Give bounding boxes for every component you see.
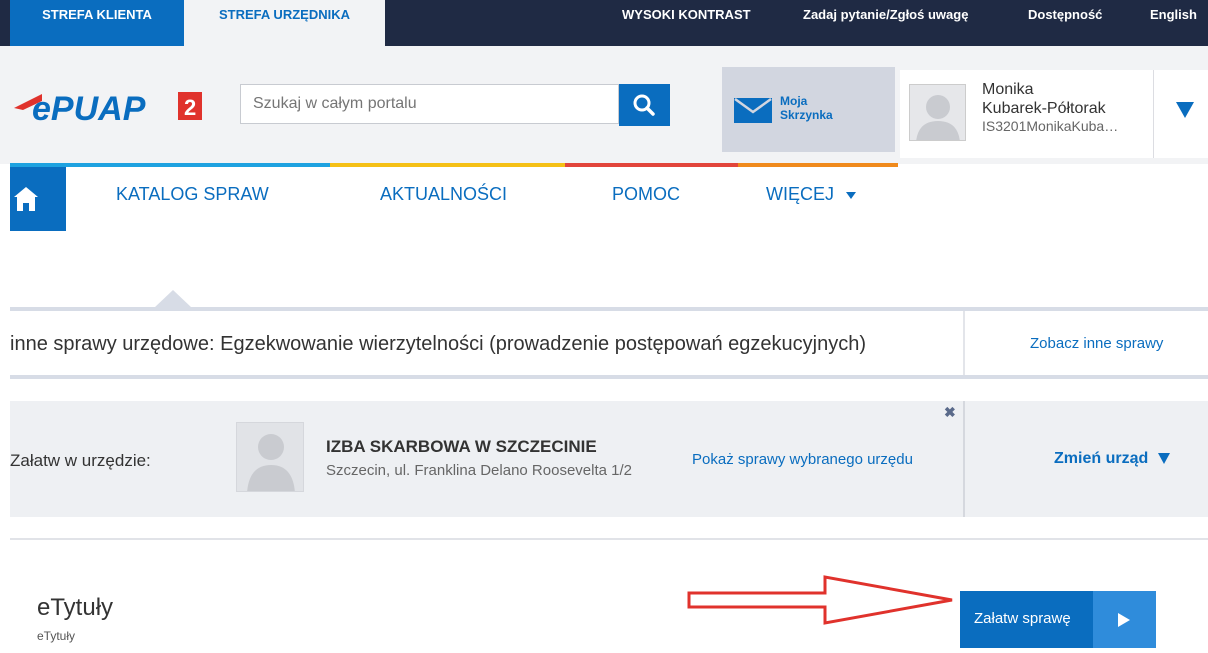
nav-more[interactable]: WIĘCEJ: [766, 184, 857, 205]
see-other-cases-link[interactable]: Zobacz inne sprawy: [1030, 335, 1163, 352]
ask-question-link[interactable]: Zadaj pytanie/Zgłoś uwagę: [803, 0, 968, 46]
logo-badge: 2: [184, 95, 196, 120]
office-name: IZBA SKARBOWA W SZCZECINIE: [326, 437, 597, 456]
user-avatar-icon: [909, 84, 966, 141]
divider: [10, 307, 1208, 311]
divider: [10, 538, 1208, 540]
user-menu[interactable]: Monika Kubarek-Półtorak IS3201MonikaKuba…: [900, 70, 1208, 158]
epuap-logo-graphic: ePUAP 2: [14, 90, 202, 128]
mailbox-label: Moja Skrzynka: [780, 94, 833, 122]
settle-case-label: Załatw sprawę: [974, 610, 1071, 627]
nav-help[interactable]: POMOC: [612, 184, 680, 205]
divider: [963, 401, 965, 517]
search-bar: [240, 84, 670, 126]
chevron-down-icon: [846, 191, 857, 199]
stripe-orange: [738, 163, 898, 167]
nav-case-catalog[interactable]: KATALOG SPRAW: [116, 184, 269, 205]
stripe-red: [565, 163, 738, 167]
accessibility-link[interactable]: Dostępność: [1028, 0, 1102, 46]
search-input[interactable]: [240, 84, 619, 124]
change-office-label: Zmień urząd: [1054, 450, 1149, 467]
search-button[interactable]: [619, 84, 670, 126]
user-name: Monika Kubarek-Półtorak: [982, 80, 1106, 118]
home-button[interactable]: [10, 167, 66, 231]
stripe-yellow: [330, 163, 565, 167]
user-name-line1: Monika: [982, 81, 1034, 98]
settle-in-office-label: Załatw w urzędzie:: [10, 451, 151, 470]
dropdown-caret-icon[interactable]: [1176, 102, 1194, 118]
tab-client-zone[interactable]: STREFA KLIENTA: [10, 0, 184, 46]
red-arrow-annotation: [687, 575, 953, 625]
section-pointer: [154, 290, 192, 308]
office-address: Szczecin, ul. Franklina Delano Roosevelt…: [326, 462, 632, 479]
mailbox-button[interactable]: Moja Skrzynka: [722, 67, 895, 152]
nav-more-label: WIĘCEJ: [766, 184, 835, 204]
epuap-logo[interactable]: ePUAP 2: [12, 84, 212, 128]
office-panel: [10, 401, 1208, 517]
mailbox-label-line1: Moja: [780, 94, 808, 108]
logo-text: ePUAP: [32, 90, 146, 126]
tab-official-zone[interactable]: STREFA URZĘDNIKA: [184, 0, 385, 50]
mailbox-label-line2: Skrzynka: [780, 108, 833, 122]
high-contrast-link[interactable]: WYSOKI KONTRAST: [622, 0, 751, 46]
office-avatar-icon: [236, 422, 304, 492]
nav-news[interactable]: AKTUALNOŚCI: [380, 184, 507, 205]
play-icon: [1118, 613, 1130, 627]
search-icon: [633, 94, 655, 116]
play-segment: [1093, 591, 1156, 648]
case-title: inne sprawy urzędowe: Egzekwowanie wierz…: [10, 333, 866, 355]
settle-case-button[interactable]: Załatw sprawę: [960, 591, 1156, 648]
divider: [963, 311, 965, 376]
divider: [10, 375, 1208, 379]
user-id: IS3201MonikaKuba…: [982, 118, 1119, 134]
change-office-button[interactable]: Zmień urząd: [1054, 450, 1171, 468]
close-icon[interactable]: ✖: [944, 404, 956, 421]
language-link[interactable]: English: [1150, 0, 1197, 46]
user-name-line2: Kubarek-Półtorak: [982, 100, 1106, 117]
show-office-cases-link[interactable]: Pokaż sprawy wybranego urzędu: [692, 451, 913, 468]
home-icon: [14, 187, 38, 211]
mail-icon: [734, 98, 772, 123]
chevron-down-icon: [1158, 453, 1171, 465]
service-title: eTytuły: [37, 594, 114, 621]
divider: [1153, 70, 1154, 158]
service-subtitle: eTytuły: [37, 629, 76, 643]
